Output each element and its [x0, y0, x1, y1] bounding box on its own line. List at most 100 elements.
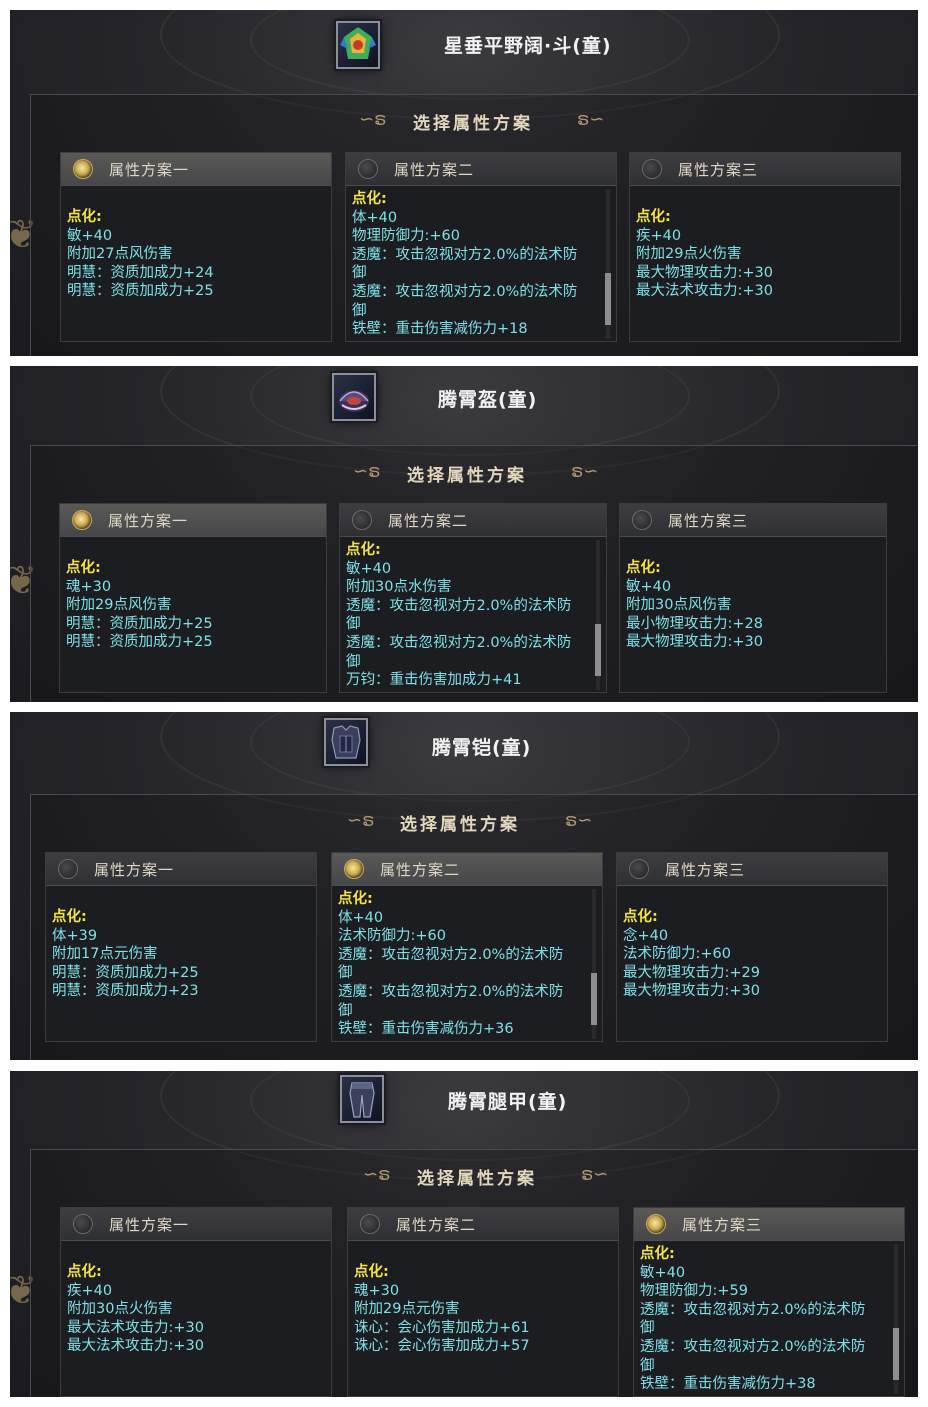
plan-label: 属性方案二 [380, 860, 461, 879]
ornament-icon: ❦ [10, 558, 38, 604]
attr-line: 明慧：资质加成力+23 [52, 983, 199, 1000]
scrollbar-thumb[interactable] [893, 1328, 899, 1380]
attr-line: 敏+40 [640, 1264, 686, 1281]
attr-line: 体+40 [352, 209, 398, 226]
attr-line: 念+40 [623, 927, 669, 944]
plan-label: 属性方案三 [665, 860, 746, 879]
attr-line: 明慧：资质加成力+25 [52, 964, 199, 981]
plan-card-3[interactable]: 属性方案三 点化: 疾+40 附加29点火伤害 最大物理攻击力:+30 最大法术… [629, 152, 901, 342]
attr-line: 万钧：重击伤害加成力+41 [346, 672, 522, 689]
plan-card-1[interactable]: 属性方案一 点化: 魂+30 附加29点风伤害 明慧：资质加成力+25 明慧：资… [59, 503, 327, 693]
plan-card-3[interactable]: 属性方案三 点化: 念+40 法术防御力:+60 最大物理攻击力:+29 最大物… [616, 852, 888, 1042]
attr-title: 点化: [626, 560, 661, 576]
attr-line: 附加29点风伤害 [66, 597, 172, 614]
armor-icon [331, 725, 361, 759]
plan-card-2[interactable]: 属性方案二 点化: 魂+30 附加29点元伤害 诛心：会心伤害加成力+61 诛心… [347, 1207, 619, 1397]
attr-title: 点化: [640, 1246, 675, 1262]
attr-line: 法术防御力:+60 [623, 946, 731, 963]
radio-button[interactable] [72, 510, 92, 530]
ornament-right-icon: ຣ∽ [565, 810, 593, 831]
attr-line: 明慧：资质加成力+25 [66, 615, 213, 632]
plan-card-1[interactable]: 属性方案一 点化: 体+39 附加17点元伤害 明慧：资质加成力+25 明慧：资… [45, 852, 317, 1042]
attr-line: 敏+40 [626, 578, 672, 595]
scrollbar-thumb[interactable] [595, 624, 601, 676]
ornament-right-icon: ຣ∽ [581, 1164, 609, 1185]
plan-card-2[interactable]: 属性方案二 点化: 敏+40 附加30点水伤害 透魔：攻击忽视对方2.0%的法术… [339, 503, 607, 693]
attr-title: 点化: [52, 909, 87, 925]
radio-button[interactable] [632, 510, 652, 530]
plan-card-3[interactable]: 属性方案三 点化: 敏+40 物理防御力:+59 透魔：攻击忽视对方2.0%的法… [633, 1207, 905, 1397]
attribute-plan-section: ∽ຣ 选择属性方案 ຣ∽ 属性方案一 点化: 体+39 附加17点元伤害 明慧：… [30, 794, 918, 1060]
radio-button[interactable] [360, 1214, 380, 1234]
plan-label: 属性方案三 [678, 160, 759, 179]
plan-card-2[interactable]: 属性方案二 点化: 体+40 物理防御力:+60 透魔：攻击忽视对方2.0%的法… [345, 152, 617, 342]
attr-line: 明慧：资质加成力+24 [67, 264, 214, 281]
attr-line: 诛心：会心伤害加成力+57 [354, 1338, 530, 1355]
radio-button[interactable] [58, 859, 78, 879]
plan-card-1[interactable]: 属性方案一 点化: 敏+40 附加27点风伤害 明慧：资质加成力+24 明慧：资… [60, 152, 332, 342]
radio-button[interactable] [344, 859, 364, 879]
ornament-right-icon: ຣ∽ [571, 461, 599, 482]
radio-button[interactable] [352, 510, 372, 530]
ornament-left-icon: ∽ຣ [347, 810, 375, 831]
attr-line: 御 [338, 1002, 353, 1019]
attr-line: 透魔：攻击忽视对方2.0%的法术防 [346, 634, 572, 651]
item-name: 腾霄铠(童) [432, 737, 532, 759]
plan-label: 属性方案二 [396, 1215, 477, 1234]
radio-button[interactable] [646, 1214, 666, 1234]
item-name: 腾霄腿甲(童) [448, 1091, 568, 1113]
plan-card-2[interactable]: 属性方案二 点化: 体+40 法术防御力:+60 透魔：攻击忽视对方2.0%的法… [331, 852, 603, 1042]
helmet-icon [339, 390, 369, 412]
scrollbar[interactable] [893, 1244, 899, 1394]
scrollbar[interactable] [591, 889, 597, 1039]
attr-line: 御 [640, 1357, 655, 1374]
radio-button[interactable] [629, 859, 649, 879]
hat-helmet-icon [340, 27, 376, 59]
plan-card-1[interactable]: 属性方案一 点化: 疾+40 附加30点火伤害 最大法术攻击力:+30 最大法术… [60, 1207, 332, 1397]
item-icon-armor[interactable] [324, 718, 368, 766]
scrollbar-thumb[interactable] [605, 273, 611, 325]
scrollbar[interactable] [605, 189, 611, 339]
attr-title: 点化: [636, 209, 671, 225]
scrollbar-thumb[interactable] [591, 973, 597, 1025]
attr-line: 铁壁：重击伤害减伤力+18 [352, 321, 528, 338]
attr-line: 魂+30 [354, 1282, 400, 1299]
scrollbar[interactable] [595, 540, 601, 690]
attr-line: 附加30点水伤害 [346, 579, 452, 596]
ornament-icon: ❦ [10, 212, 38, 258]
attr-line: 透魔：攻击忽视对方2.0%的法术防 [346, 597, 572, 614]
section-title: 选择属性方案 [407, 466, 527, 486]
attr-line: 透魔：攻击忽视对方2.0%的法术防 [338, 946, 564, 963]
radio-button[interactable] [73, 159, 93, 179]
attr-title: 点化: [346, 542, 381, 558]
attr-title: 点化: [67, 209, 102, 225]
leg-armor-icon [349, 1082, 375, 1118]
plan-label: 属性方案一 [94, 860, 175, 879]
attribute-plan-section: ∽ຣ 选择属性方案 ຣ∽ 属性方案一 点化: 敏+40 附加27点风伤害 明慧：… [30, 94, 918, 356]
attr-line: 最大物理攻击力:+30 [636, 264, 773, 281]
item-panel-3: 腾霄铠(童) ∽ຣ 选择属性方案 ຣ∽ 属性方案一 点化: 体+39 附加17点… [10, 712, 918, 1060]
ornament-left-icon: ∽ຣ [353, 461, 381, 482]
item-panel-1: ❦ 星垂平野阔·斗(童) ∽ຣ 选择属性方案 ຣ∽ 属性方案一 点化: 敏+40… [10, 10, 918, 356]
item-icon-helmet[interactable] [332, 373, 376, 421]
ornament-right-icon: ຣ∽ [577, 109, 605, 130]
radio-button[interactable] [642, 159, 662, 179]
attr-title: 点化: [354, 1264, 389, 1280]
attr-line: 明慧：资质加成力+25 [66, 634, 213, 651]
item-icon-leg-armor[interactable] [340, 1075, 384, 1123]
item-icon-hat[interactable] [336, 21, 380, 69]
attr-line: 御 [346, 653, 361, 670]
plan-label: 属性方案一 [108, 511, 189, 530]
attr-line: 透魔：攻击忽视对方2.0%的法术防 [640, 1301, 866, 1318]
ornament-left-icon: ∽ຣ [363, 1164, 391, 1185]
attr-line: 透魔：攻击忽视对方2.0%的法术防 [352, 246, 578, 263]
plan-card-3[interactable]: 属性方案三 点化: 敏+40 附加30点风伤害 最小物理攻击力:+28 最大物理… [619, 503, 887, 693]
attr-line: 最大法术攻击力:+30 [636, 283, 773, 300]
attr-line: 体+40 [338, 909, 384, 926]
radio-button[interactable] [73, 1214, 93, 1234]
item-panel-2: ❦ 腾霄盔(童) ∽ຣ 选择属性方案 ຣ∽ 属性方案一 点化: 魂+30 附加2… [10, 366, 918, 702]
attr-line: 疾+40 [67, 1282, 113, 1299]
radio-button[interactable] [358, 159, 378, 179]
attr-line: 敏+40 [346, 560, 392, 577]
attr-line: 物理防御力:+59 [640, 1283, 748, 1300]
